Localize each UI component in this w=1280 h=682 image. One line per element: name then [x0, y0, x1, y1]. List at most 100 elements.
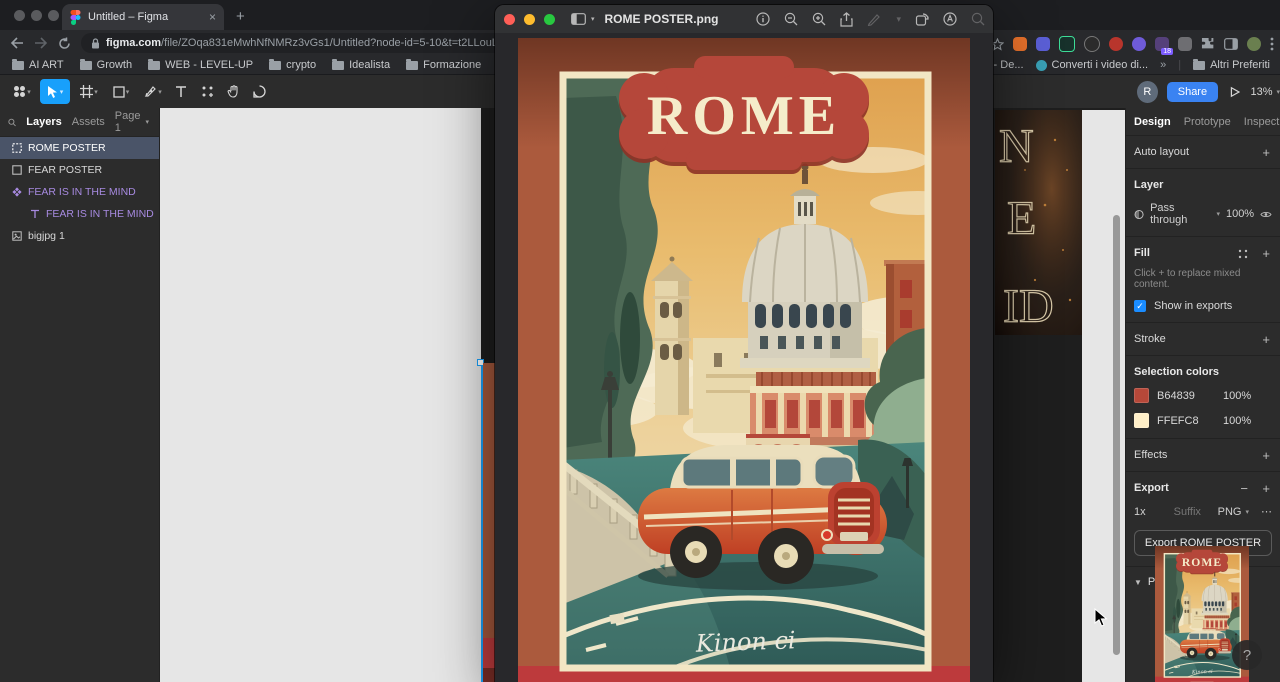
zoom-level-selector[interactable]: 13%▾ [1250, 86, 1280, 98]
remove-export-icon[interactable]: − [1240, 481, 1248, 496]
side-panel-icon[interactable] [1224, 38, 1238, 50]
sidebar-toggle[interactable]: ▾ [571, 13, 595, 25]
color-opacity[interactable]: 100% [1223, 390, 1251, 402]
tab-inspect[interactable]: Inspect [1244, 116, 1279, 128]
preview-window[interactable]: ▾ ROME POSTER.png ▾ [495, 5, 993, 682]
add-stroke-icon[interactable]: + [1262, 332, 1270, 347]
new-tab-button[interactable]: + [236, 8, 245, 25]
selection-color-row[interactable]: B64839 100% [1134, 388, 1272, 403]
extension-icon-owl[interactable] [1132, 37, 1146, 51]
back-icon[interactable] [10, 37, 24, 49]
page-selector[interactable]: Page 1▾ [115, 110, 149, 134]
search-icon[interactable] [8, 117, 16, 128]
window-zoom-button[interactable] [48, 10, 59, 21]
artboard-fear-poster[interactable] [160, 108, 481, 682]
export-options-icon[interactable]: ⋯ [1261, 505, 1272, 518]
fear-poster-image[interactable]: N E ID [995, 110, 1082, 335]
add-export-icon[interactable]: + [1262, 481, 1270, 496]
bookmark-other-favorites[interactable]: Altri Preferiti [1193, 59, 1270, 71]
rotate-icon[interactable] [915, 12, 929, 26]
layer-row-fear-poster[interactable]: FEAR POSTER [0, 159, 159, 181]
extensions-puzzle-icon[interactable] [1201, 37, 1215, 51]
eye-icon[interactable] [1260, 210, 1272, 219]
tab-prototype[interactable]: Prototype [1184, 116, 1231, 128]
preview-window-titlebar[interactable]: ▾ ROME POSTER.png ▾ [495, 5, 993, 34]
window-minimize-button[interactable] [31, 10, 42, 21]
reload-icon[interactable] [58, 37, 71, 50]
extension-icon-m[interactable] [1178, 37, 1192, 51]
text-tool[interactable] [168, 79, 194, 104]
tab-close-icon[interactable]: × [209, 10, 216, 24]
bookmark-idealista[interactable]: Idealista [332, 59, 390, 71]
user-avatar[interactable]: R [1137, 81, 1158, 103]
blend-mode-value[interactable]: Pass through [1150, 202, 1209, 226]
bookmark-formazione[interactable]: Formazione [406, 59, 481, 71]
search-icon[interactable] [971, 12, 985, 26]
extension-icon-badge[interactable]: 18 [1155, 37, 1169, 51]
bookmark-ai-art[interactable]: AI ART [12, 59, 64, 71]
comment-tool[interactable] [246, 79, 272, 104]
move-tool[interactable]: ▾ [40, 79, 70, 104]
add-auto-layout-icon[interactable]: + [1262, 145, 1270, 160]
help-button[interactable]: ? [1232, 640, 1262, 670]
tab-layers[interactable]: Layers [26, 116, 61, 128]
layer-row-rome-poster[interactable]: ROME POSTER [0, 137, 159, 159]
canvas-scrollbar[interactable] [1113, 215, 1120, 655]
add-effect-icon[interactable]: + [1262, 448, 1270, 463]
fill-styles-icon[interactable] [1238, 249, 1248, 259]
color-hex[interactable]: FFEFC8 [1157, 415, 1215, 427]
export-format-selector[interactable]: PNG▾ [1218, 506, 1249, 518]
color-swatch[interactable] [1134, 388, 1149, 403]
rome-poster-frame-edge[interactable] [483, 363, 495, 682]
share-icon[interactable] [840, 12, 853, 27]
window-minimize-button[interactable] [524, 14, 535, 25]
layer-opacity-value[interactable]: 100% [1226, 208, 1254, 220]
browser-menu-icon[interactable] [1270, 37, 1274, 51]
zoom-in-icon[interactable] [812, 12, 826, 26]
export-scale[interactable]: 1x [1134, 506, 1146, 518]
annotate-icon[interactable] [943, 12, 957, 26]
bookmark-converti[interactable]: Converti i video di... [1036, 59, 1149, 71]
selection-color-row[interactable]: FFEFC8 100% [1134, 413, 1272, 428]
export-suffix-field[interactable]: Suffix [1174, 506, 1201, 518]
color-swatch[interactable] [1134, 413, 1149, 428]
present-icon[interactable] [1230, 86, 1240, 98]
hand-tool[interactable] [220, 79, 246, 104]
bookmark-web-level-up[interactable]: WEB - LEVEL-UP [148, 59, 253, 71]
resources-tool[interactable] [194, 79, 220, 104]
layer-row-fear-component[interactable]: FEAR IS IN THE MIND [0, 181, 159, 203]
layer-row-fear-text[interactable]: FEAR IS IN THE MIND [0, 203, 159, 225]
window-close-button[interactable] [504, 14, 515, 25]
bookmarks-overflow-chevron[interactable]: » [1160, 59, 1166, 71]
forward-icon[interactable] [34, 37, 48, 49]
frame-tool[interactable]: ▾ [74, 79, 104, 104]
color-hex[interactable]: B64839 [1157, 390, 1215, 402]
window-close-button[interactable] [14, 10, 25, 21]
window-zoom-button[interactable] [544, 14, 555, 25]
bookmark-growth[interactable]: Growth [80, 59, 132, 71]
layer-row-bigjpg[interactable]: bigjpg 1 [0, 225, 159, 247]
bookmark-de[interactable]: - De... [994, 59, 1024, 71]
add-fill-icon[interactable]: + [1262, 246, 1270, 261]
blend-mode-icon[interactable] [1134, 209, 1144, 220]
extension-icon-h[interactable] [1084, 36, 1100, 52]
pen-tool[interactable]: ▾ [138, 79, 168, 104]
bookmark-crypto[interactable]: crypto [269, 59, 316, 71]
browser-tab[interactable]: Untitled – Figma × [62, 4, 224, 30]
zoom-out-icon[interactable] [784, 12, 798, 26]
extension-icon-2[interactable] [1036, 37, 1050, 51]
figma-main-menu[interactable]: ▾ [6, 79, 38, 104]
share-button[interactable]: Share [1167, 82, 1218, 102]
tab-design[interactable]: Design [1134, 116, 1171, 128]
profile-avatar[interactable] [1247, 37, 1261, 51]
color-opacity[interactable]: 100% [1223, 415, 1251, 427]
tab-assets[interactable]: Assets [72, 116, 105, 128]
info-icon[interactable] [756, 12, 770, 26]
extension-icon-1[interactable] [1013, 37, 1027, 51]
markup-chevron-icon[interactable]: ▾ [896, 14, 901, 25]
markup-pen-icon[interactable] [867, 12, 881, 26]
show-in-exports-checkbox[interactable]: ✓ [1134, 300, 1146, 312]
shape-tool[interactable]: ▾ [106, 79, 136, 104]
extension-icon-notion[interactable] [1059, 36, 1075, 52]
extension-icon-key[interactable] [1109, 37, 1123, 51]
